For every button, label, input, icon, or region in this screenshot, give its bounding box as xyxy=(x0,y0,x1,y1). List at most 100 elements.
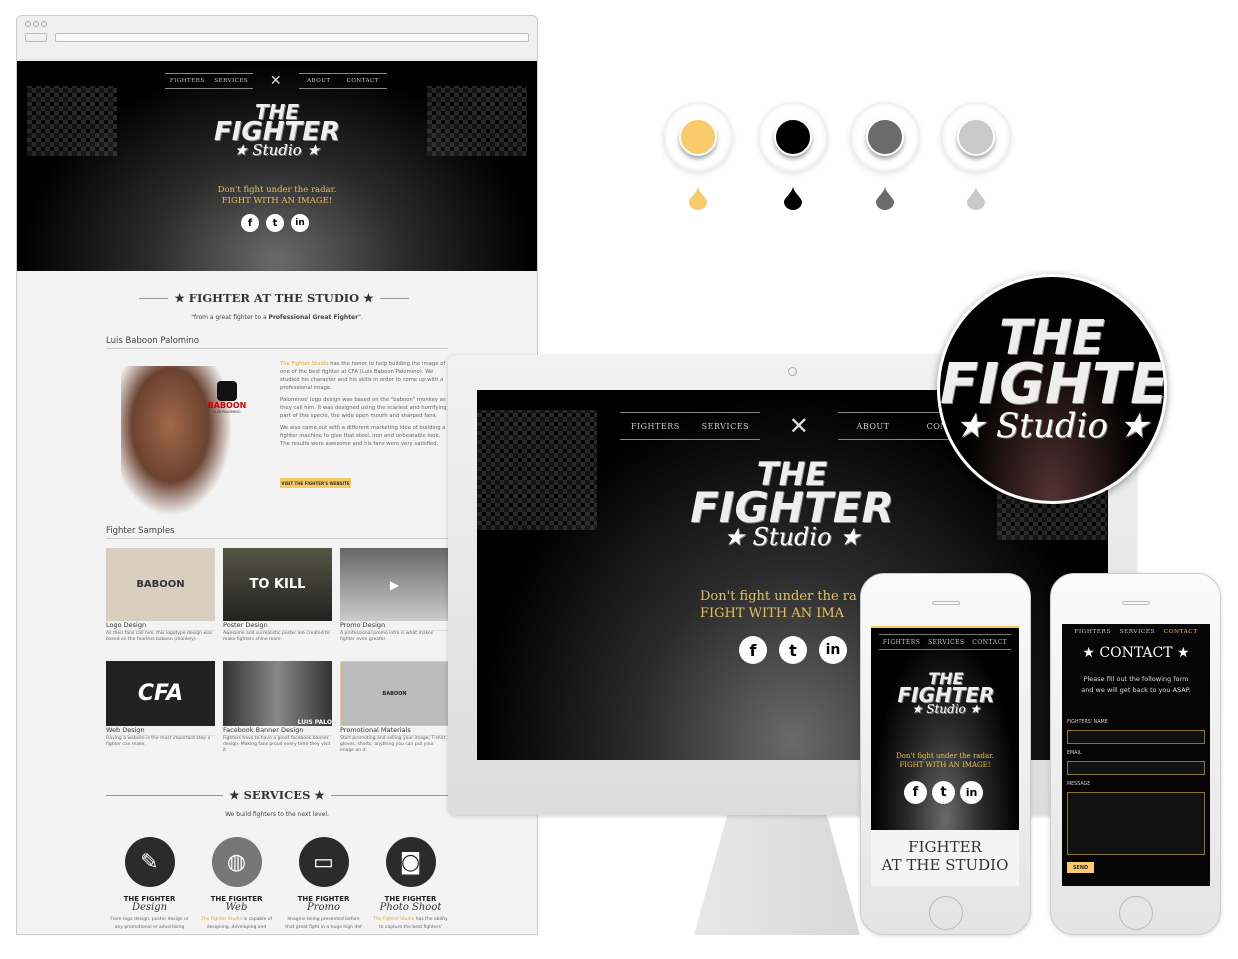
name-input[interactable] xyxy=(1067,730,1205,744)
site-logo[interactable]: THE FIGHTER ★ Studio ★ xyxy=(207,102,347,158)
home-button[interactable] xyxy=(929,896,963,930)
phone-contact: FIGHTERS SERVICES CONTACT ★ CONTACT ★ Pl… xyxy=(1050,573,1221,935)
browser-toolbar xyxy=(17,16,537,60)
section-heading-fighter: ★ FIGHTER AT THE STUDIO ★ xyxy=(139,291,409,305)
samples-title: Fighter Samples xyxy=(106,526,448,539)
message-textarea[interactable] xyxy=(1067,792,1205,855)
sample-card[interactable]: TO KILL Poster Design Awesome and surreali… xyxy=(223,548,332,657)
hero-tagline: Don't fight under the radar. FIGHT WITH A… xyxy=(896,752,994,769)
sample-card[interactable]: ▶ Promo Design A professional promo intro … xyxy=(340,548,449,657)
drop-icon-dark-gray xyxy=(876,186,894,210)
color-palette xyxy=(663,102,1023,222)
fighter-quote: "from a great fighter to a Professional … xyxy=(191,314,363,321)
nav-contact[interactable]: CONTACT xyxy=(972,639,1007,646)
top-nav: FIGHTERS SERVICES ✕ ABOUT CONTACT xyxy=(165,73,387,89)
email-input[interactable] xyxy=(1067,761,1205,775)
nav-fighters[interactable]: FIGHTERS xyxy=(1074,629,1110,635)
service-item[interactable]: ✎ THE FIGHTER Design From logo design, po… xyxy=(106,837,193,932)
home-button[interactable] xyxy=(1119,896,1153,930)
social-links: f t in xyxy=(904,781,983,804)
mobile-nav: FIGHTERS SERVICES CONTACT xyxy=(1062,629,1210,635)
nav-fighters[interactable]: FIGHTERS xyxy=(631,422,680,431)
nav-services[interactable]: SERVICES xyxy=(702,422,749,431)
facebook-icon[interactable]: f xyxy=(904,781,927,804)
hero-banner: FIGHTERS SERVICES ✕ ABOUT CONTACT THE FI… xyxy=(17,61,537,271)
monitor-stand xyxy=(694,815,860,935)
logo-magnifier: THE FIGHTER ★ Studio ★ xyxy=(937,274,1167,504)
nav-contact[interactable]: CONTACT xyxy=(347,78,379,84)
nav-about[interactable]: ABOUT xyxy=(857,422,890,431)
desktop-nav: FIGHTERS SERVICES ✕ ABOUT CONTA xyxy=(620,412,980,440)
studio-link[interactable]: The Fighter Studio xyxy=(280,361,328,367)
globe-icon: ◍ xyxy=(211,837,262,887)
services-subtitle: We build fighters to the next level. xyxy=(225,811,329,818)
services-list: ✎ THE FIGHTER Design From logo design, po… xyxy=(106,837,456,932)
window-close-dot[interactable] xyxy=(25,21,31,27)
address-bar[interactable] xyxy=(55,33,529,42)
fighter-name: Luis Baboon Palomino xyxy=(106,336,448,349)
nav-services[interactable]: SERVICES xyxy=(928,639,965,646)
service-item[interactable]: ▭ THE FIGHTER Promo Imagine being present… xyxy=(280,837,367,932)
hero-tagline: Don't fight under the radar. FIGHT WITH A… xyxy=(217,185,337,206)
facebook-icon[interactable]: f xyxy=(739,636,767,664)
nav-services[interactable]: SERVICES xyxy=(1120,629,1155,635)
sample-card[interactable]: BABOON Logo Design As their fans call him,… xyxy=(106,548,215,657)
sample-card[interactable]: LUIS PALO Facebook Banner Design Fighters … xyxy=(223,661,332,754)
fighter-description: The Fighter Studio has the honor to help… xyxy=(280,361,447,447)
window-minimize-dot[interactable] xyxy=(33,21,39,27)
service-item[interactable]: ◍ THE FIGHTER Web The Fighter Studio is c… xyxy=(193,837,280,932)
brush-icon: ✎ xyxy=(124,837,175,887)
play-icon: ▶ xyxy=(340,548,449,621)
drop-icon-light-gray xyxy=(967,186,985,210)
mobile-nav: FIGHTERS SERVICES CONTACT xyxy=(879,634,1011,650)
phone-contact-screen: FIGHTERS SERVICES CONTACT ★ CONTACT ★ Pl… xyxy=(1062,624,1210,886)
social-links: f t in xyxy=(241,214,309,232)
sample-card[interactable]: CFA Web Design Having a website is the mos… xyxy=(106,661,215,754)
browser-tab[interactable] xyxy=(25,33,47,42)
visit-website-button[interactable]: VISIT THE FIGHTER'S WEBSITE xyxy=(280,478,351,488)
phone-speaker xyxy=(932,601,960,605)
nav-contact-active[interactable]: CONTACT xyxy=(1164,629,1198,635)
linkedin-icon[interactable]: in xyxy=(960,781,983,804)
nav-services[interactable]: SERVICES xyxy=(214,78,248,84)
message-label: MESSAGE xyxy=(1067,782,1091,787)
phone-speaker xyxy=(1122,601,1150,605)
site-logo[interactable]: THE FIGHTER ★ Studio ★ xyxy=(677,458,907,548)
phone-home-screen: FIGHTERS SERVICES CONTACT THE FIGHTER ★ … xyxy=(871,626,1019,830)
twitter-icon[interactable]: t xyxy=(266,214,284,232)
nav-fighters[interactable]: FIGHTERS xyxy=(883,639,921,646)
magnified-logo: THE FIGHTER ★ Studio ★ xyxy=(940,310,1167,446)
clapper-icon: ▭ xyxy=(298,837,349,887)
contact-title: ★ CONTACT ★ xyxy=(1082,645,1190,661)
send-button[interactable]: SEND xyxy=(1067,862,1094,873)
mobile-section-title: FIGHTER AT THE STUDIO xyxy=(871,830,1019,886)
site-logo[interactable]: THE FIGHTER ★ Studio ★ xyxy=(891,670,1001,715)
samples-grid: BABOON Logo Design As their fans call him,… xyxy=(106,548,449,754)
twitter-icon[interactable]: t xyxy=(779,636,807,664)
drop-icon-black xyxy=(784,186,802,210)
window-maximize-dot[interactable] xyxy=(41,21,47,27)
name-label: FIGHTERS' NAME xyxy=(1067,720,1108,725)
swatch-light-gray xyxy=(941,102,1011,172)
drop-icon-yellow xyxy=(689,186,707,210)
contact-intro: Please fill out the following form and we… xyxy=(1081,675,1191,694)
nav-about[interactable]: ABOUT xyxy=(307,78,330,84)
facebook-icon[interactable]: f xyxy=(241,214,259,232)
baboon-logo: BABOON LUIS PALOMINO xyxy=(202,381,252,414)
camera-icon: ◙ xyxy=(385,837,436,887)
swatch-yellow xyxy=(663,102,733,172)
swatch-black xyxy=(758,102,828,172)
sample-card[interactable]: BABOON Promotional Materials Start promoti… xyxy=(340,661,449,754)
section-heading-services: ★ SERVICES ★ xyxy=(106,788,448,802)
crossed-gloves-icon[interactable]: ✕ xyxy=(760,412,838,440)
nav-fighters[interactable]: FIGHTERS xyxy=(170,78,205,84)
phone-home: FIGHTERS SERVICES CONTACT THE FIGHTER ★ … xyxy=(860,573,1031,935)
service-item[interactable]: ◙ THE FIGHTER Photo Shoot The Fighter Stu… xyxy=(367,837,454,932)
linkedin-icon[interactable]: in xyxy=(819,636,847,664)
twitter-icon[interactable]: t xyxy=(932,781,955,804)
linkedin-icon[interactable]: in xyxy=(291,214,309,232)
social-links: f t in xyxy=(739,636,847,664)
camera-dot xyxy=(788,367,797,376)
crossed-gloves-icon[interactable]: ✕ xyxy=(253,73,299,89)
email-label: EMAIL xyxy=(1067,751,1082,756)
